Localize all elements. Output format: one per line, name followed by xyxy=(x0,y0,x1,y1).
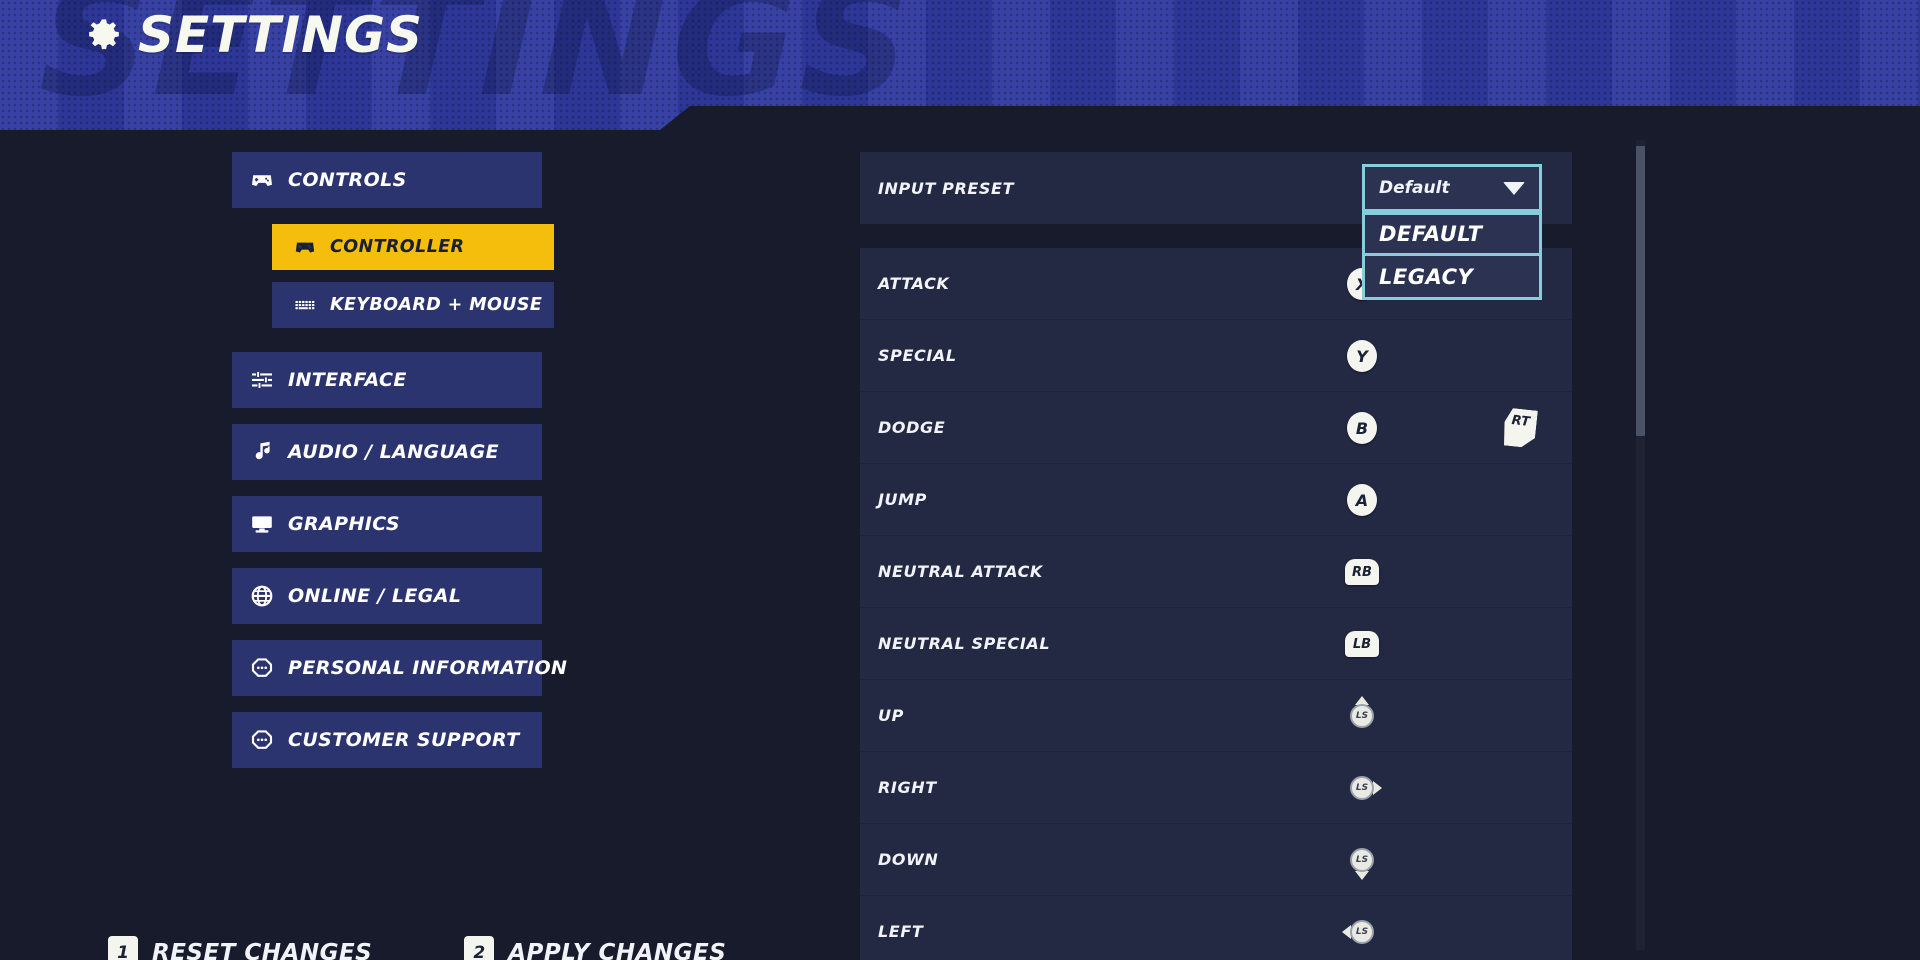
binding-slot-secondary[interactable]: RT xyxy=(1498,392,1542,464)
input-preset-label: INPUT PRESET xyxy=(878,178,1015,198)
chevron-down-icon xyxy=(1503,181,1525,195)
gamepad-bumper-button-icon[interactable]: LB xyxy=(1345,631,1379,657)
binding-row: SPECIAL Y xyxy=(860,320,1572,392)
binding-row: DODGE B RT xyxy=(860,392,1572,464)
binding-action-label: DODGE xyxy=(878,418,946,437)
gamepad-stick-up-icon[interactable]: LS xyxy=(1341,695,1383,737)
binding-action-label: UP xyxy=(878,706,904,725)
gamepad-icon xyxy=(295,242,315,253)
footer-action-label: APPLY CHANGES xyxy=(508,940,727,960)
stick-label: LS xyxy=(1350,920,1374,944)
sidebar-item-label: CONTROLLER xyxy=(330,237,465,257)
scrollbar-thumb[interactable] xyxy=(1636,146,1645,436)
stick-label: LS xyxy=(1350,848,1374,872)
sidebar-item-online-legal[interactable]: ONLINE / LEGAL xyxy=(232,568,542,624)
stick-direction-arrow-right xyxy=(1373,781,1382,795)
footer-action-reset-changes[interactable]: 1 RESET CHANGES xyxy=(108,936,372,960)
sidebar-item-label: CUSTOMER SUPPORT xyxy=(288,729,520,751)
monitor-icon xyxy=(252,516,272,533)
sidebar-group-divider xyxy=(232,340,542,352)
gamepad-trigger-button-icon[interactable]: RT xyxy=(1502,407,1538,448)
binding-slot-primary[interactable]: LS xyxy=(1340,752,1384,824)
stick-label: LS xyxy=(1350,704,1374,728)
binding-slot-primary[interactable]: LS xyxy=(1340,896,1384,960)
input-preset-selected-value: Default xyxy=(1379,178,1450,198)
binding-row: NEUTRAL ATTACK RB xyxy=(860,536,1572,608)
music-note-icon xyxy=(255,441,270,460)
sidebar-item-label: INTERFACE xyxy=(288,369,407,391)
input-preset-options-list: DEFAULT LEGACY xyxy=(1362,212,1542,300)
settings-screen: SETTINGS SETTINGS CONTROLS CONTROLLER KEYB… xyxy=(0,0,1920,960)
gear-icon xyxy=(89,19,119,50)
binding-row: NEUTRAL SPECIAL LB xyxy=(860,608,1572,680)
gamepad-stick-down-icon[interactable]: LS xyxy=(1341,839,1383,881)
binding-slot-primary[interactable]: RB xyxy=(1340,536,1384,608)
binding-action-label: NEUTRAL SPECIAL xyxy=(878,634,1051,653)
controller-bindings-panel: INPUT PRESET Default DEFAULT LEGACY ATTAC… xyxy=(860,152,1572,960)
input-preset-option-legacy[interactable]: LEGACY xyxy=(1362,256,1542,300)
sidebar-item-customer-support[interactable]: CUSTOMER SUPPORT xyxy=(232,712,542,768)
binding-slot-primary[interactable]: A xyxy=(1340,464,1384,536)
sidebar-item-label: ONLINE / LEGAL xyxy=(288,585,462,607)
binding-row: LEFT LS xyxy=(860,896,1572,960)
gamepad-icon xyxy=(252,175,272,186)
binding-action-label: SPECIAL xyxy=(878,346,957,365)
gamepad-face-button-icon[interactable]: B xyxy=(1347,412,1377,444)
input-preset-row: INPUT PRESET Default DEFAULT LEGACY xyxy=(860,152,1572,300)
sidebar-item-label: CONTROLS xyxy=(288,169,407,191)
globe-icon xyxy=(251,585,273,607)
sidebar-item-label: GRAPHICS xyxy=(288,513,400,535)
binding-slot-primary[interactable]: LS xyxy=(1340,824,1384,896)
binding-slot-primary[interactable]: B xyxy=(1340,392,1384,464)
binding-action-label: JUMP xyxy=(878,490,927,509)
speech-bubble-icon xyxy=(251,658,273,677)
binding-action-label: LEFT xyxy=(878,922,924,941)
footer-action-label: RESET CHANGES xyxy=(152,940,373,960)
gamepad-bumper-button-icon[interactable]: RB xyxy=(1345,559,1379,585)
binding-row: JUMP A xyxy=(860,464,1572,536)
settings-sidebar: CONTROLS CONTROLLER KEYBOARD + MOUSE INTERF… xyxy=(232,152,567,784)
page-title-text: SETTINGS xyxy=(138,6,424,64)
sidebar-item-interface[interactable]: INTERFACE xyxy=(232,352,542,408)
gamepad-stick-left-icon[interactable]: LS xyxy=(1341,911,1383,953)
sidebar-item-personal-information[interactable]: PERSONAL INFORMATION xyxy=(232,640,567,696)
input-preset-dropdown: Default DEFAULT LEGACY xyxy=(1362,164,1542,300)
binding-action-label: DOWN xyxy=(878,850,939,869)
gamepad-stick-right-icon[interactable]: LS xyxy=(1341,767,1383,809)
stick-direction-arrow-down xyxy=(1355,871,1369,880)
footer-key-badge: 2 xyxy=(464,936,495,960)
speech-bubble-icon xyxy=(251,730,273,749)
stick-label: LS xyxy=(1350,776,1374,800)
keyboard-icon xyxy=(295,300,315,310)
input-preset-option-label: DEFAULT xyxy=(1379,222,1483,246)
binding-row: DOWN LS xyxy=(860,824,1572,896)
binding-action-label: NEUTRAL ATTACK xyxy=(878,562,1043,581)
binding-row: UP LS xyxy=(860,680,1572,752)
input-preset-select[interactable]: Default xyxy=(1362,164,1542,212)
binding-row: RIGHT LS xyxy=(860,752,1572,824)
sidebar-item-audio-language[interactable]: AUDIO / LANGUAGE xyxy=(232,424,542,480)
sidebar-item-label: AUDIO / LANGUAGE xyxy=(288,441,500,463)
sidebar-item-label: PERSONAL INFORMATION xyxy=(288,657,568,679)
binding-slot-primary[interactable]: Y xyxy=(1340,320,1384,392)
input-preset-option-default[interactable]: DEFAULT xyxy=(1362,212,1542,256)
page-title: SETTINGS xyxy=(86,10,423,60)
footer-actions: 1 RESET CHANGES 2 APPLY CHANGES xyxy=(108,936,726,960)
sliders-icon xyxy=(252,370,272,390)
input-preset-option-label: LEGACY xyxy=(1379,264,1474,289)
binding-rows-container: ATTACKXSPECIALYDODGEBRTJUMPANEUTRAL ATTA… xyxy=(860,248,1572,960)
sidebar-item-controls[interactable]: CONTROLS xyxy=(232,152,542,208)
sidebar-item-keyboard-mouse[interactable]: KEYBOARD + MOUSE xyxy=(272,282,554,328)
gamepad-face-button-icon[interactable]: A xyxy=(1347,484,1377,516)
binding-action-label: RIGHT xyxy=(878,778,937,797)
footer-key-badge: 1 xyxy=(108,936,138,960)
footer-action-apply-changes[interactable]: 2 APPLY CHANGES xyxy=(464,936,726,960)
binding-slot-primary[interactable]: LS xyxy=(1340,680,1384,752)
binding-action-label: ATTACK xyxy=(878,274,950,293)
sidebar-item-graphics[interactable]: GRAPHICS xyxy=(232,496,542,552)
gamepad-face-button-icon[interactable]: Y xyxy=(1347,340,1377,372)
sidebar-item-label: KEYBOARD + MOUSE xyxy=(330,295,543,315)
binding-slot-primary[interactable]: LB xyxy=(1340,608,1384,680)
sidebar-item-controller[interactable]: CONTROLLER xyxy=(272,224,554,270)
